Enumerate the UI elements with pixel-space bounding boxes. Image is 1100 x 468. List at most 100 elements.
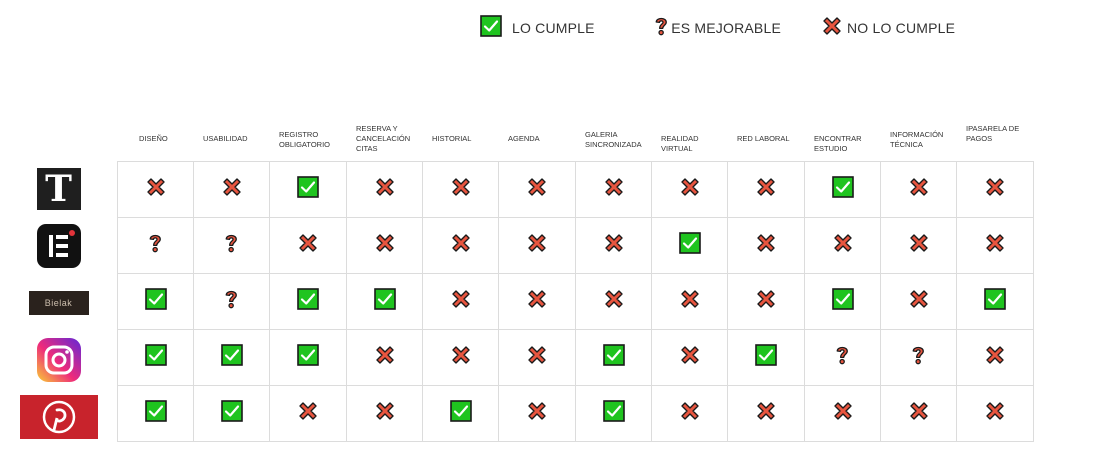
table-cell [422, 385, 499, 442]
cross-icon [679, 288, 701, 315]
table-cell [956, 273, 1034, 330]
table-cell [498, 273, 576, 330]
cross-icon [450, 232, 472, 259]
check-icon [144, 288, 167, 315]
table-cell [269, 329, 347, 386]
table-cell [651, 273, 728, 330]
cross-icon [526, 176, 548, 203]
legend-label: ES MEJORABLE [671, 20, 781, 36]
table-row [117, 273, 1034, 330]
bielak-logo-slot: Bielak [0, 275, 117, 331]
cross-icon [374, 344, 396, 371]
cross-icon [755, 288, 777, 315]
column-header: AGENDA [508, 134, 540, 143]
table-cell [956, 385, 1034, 442]
cross-icon [603, 232, 625, 259]
cross-icon [679, 344, 701, 371]
table-cell [269, 385, 347, 442]
question-icon [910, 344, 927, 371]
cross-icon [526, 344, 548, 371]
cross-icon [603, 288, 625, 315]
column-header: IPASARELA DE PAGOS [966, 124, 1020, 143]
check-icon [297, 344, 319, 371]
cross-icon [984, 344, 1006, 371]
column-header: GALERIA SINCRONIZADA [585, 130, 642, 149]
table-cell [422, 329, 499, 386]
table-cell [117, 329, 194, 386]
table-cell [727, 217, 805, 274]
check-icon [297, 288, 319, 315]
table-cell [956, 217, 1034, 274]
check-icon [220, 344, 243, 371]
table-cell [346, 273, 423, 330]
table-cell [498, 161, 576, 218]
table-cell [269, 273, 347, 330]
check-icon [220, 400, 243, 427]
table-cell [880, 273, 957, 330]
cross-icon [679, 400, 701, 427]
table-cell [575, 217, 652, 274]
question-icon [223, 232, 240, 259]
table-cell [117, 385, 194, 442]
table-cell [727, 329, 805, 386]
cross-icon [450, 344, 472, 371]
column-headers: DISEÑO USABILIDAD REGISTRO OBLIGATORIO RESE… [117, 124, 1033, 160]
comparison-table [117, 161, 1034, 442]
table-cell [575, 273, 652, 330]
table-cell [346, 161, 423, 218]
table-cell [193, 161, 270, 218]
pinterest-logo-slot [0, 389, 117, 445]
cross-icon [145, 176, 167, 203]
table-cell [422, 273, 499, 330]
cross-icon [832, 232, 854, 259]
table-row [117, 161, 1034, 218]
table-cell [651, 385, 728, 442]
table-cell [880, 329, 957, 386]
column-header: REALIDAD VIRTUAL [661, 134, 699, 153]
table-cell [804, 161, 881, 218]
check-icon [144, 344, 167, 371]
cross-icon [908, 232, 930, 259]
table-cell [117, 217, 194, 274]
check-icon [831, 288, 854, 315]
cross-icon [297, 232, 319, 259]
table-cell [193, 329, 270, 386]
table-cell [727, 273, 805, 330]
tattoodo-logo-slot: T [0, 161, 117, 217]
legend: LO CUMPLE ES MEJORABLE NO LO CUMPLE [480, 14, 995, 42]
cross-icon [679, 176, 701, 203]
instagram-logo [36, 338, 81, 382]
table-cell [193, 273, 270, 330]
check-icon [480, 14, 502, 42]
table-cell [346, 217, 423, 274]
check-icon [144, 400, 167, 427]
check-icon [297, 176, 319, 203]
table-cell [422, 161, 499, 218]
check-icon [373, 288, 396, 315]
table-row [117, 329, 1034, 386]
bielak-logo: Bielak [28, 291, 89, 315]
cross-icon [221, 176, 243, 203]
table-cell [575, 385, 652, 442]
cross-icon [297, 400, 319, 427]
table-cell [346, 385, 423, 442]
table-cell [498, 385, 576, 442]
table-cell [804, 385, 881, 442]
cross-icon [526, 232, 548, 259]
check-icon [984, 288, 1006, 315]
legend-item-question: ES MEJORABLE [653, 15, 781, 42]
column-header: ENCONTRAR ESTUDIO [814, 134, 862, 153]
column-header: USABILIDAD [203, 134, 248, 143]
table-cell [117, 161, 194, 218]
legend-item-check: LO CUMPLE [480, 14, 595, 42]
cross-icon [821, 15, 843, 42]
question-icon [223, 288, 240, 315]
check-icon [602, 400, 625, 427]
cross-icon [603, 176, 625, 203]
table-cell [956, 161, 1034, 218]
table-row [117, 385, 1034, 442]
cross-icon [755, 176, 777, 203]
cross-icon [374, 400, 396, 427]
instagram-logo-slot [0, 332, 117, 388]
cross-icon [984, 400, 1006, 427]
